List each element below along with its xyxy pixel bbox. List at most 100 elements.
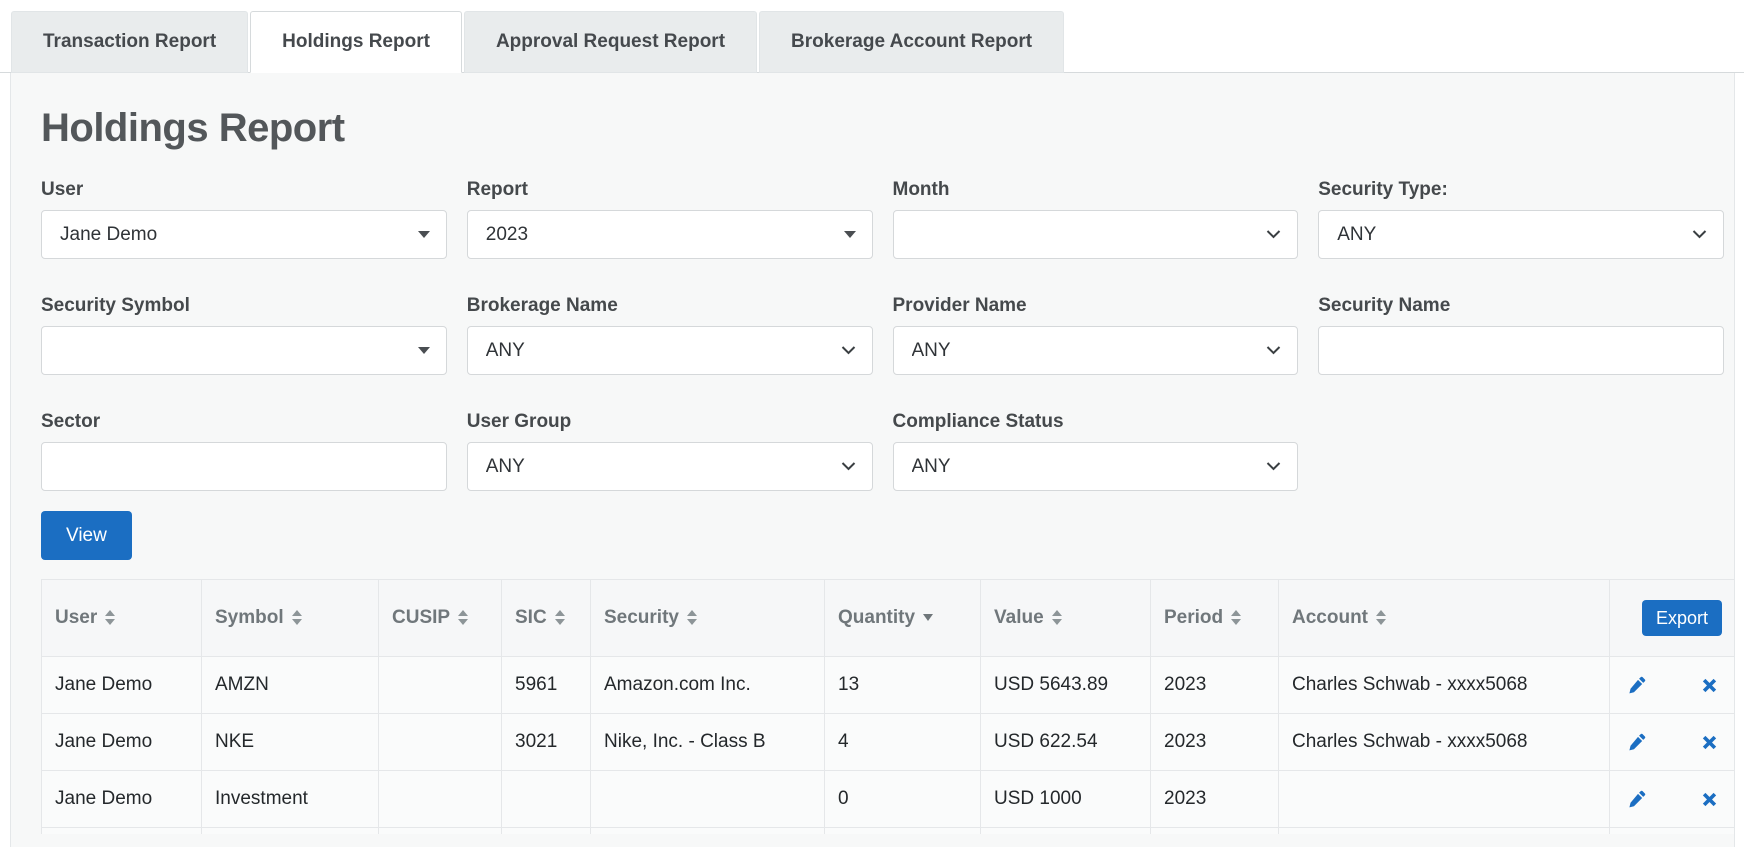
- compliance-status-select[interactable]: ANY: [892, 442, 1299, 491]
- brokerage-name-value: ANY: [485, 339, 525, 361]
- sector-input[interactable]: [41, 442, 447, 491]
- filter-user-group: User Group ANY: [466, 411, 873, 491]
- column-header-actions: Export: [1609, 579, 1734, 657]
- sort-icon: [1051, 610, 1062, 626]
- report-value: 2023: [485, 223, 529, 245]
- column-header-symbol[interactable]: Symbol: [201, 579, 379, 657]
- month-label: Month: [892, 179, 950, 200]
- brokerage-name-select[interactable]: ANY: [466, 326, 873, 375]
- cell-actions: [1609, 656, 1734, 714]
- report-tabbar: Transaction Report Holdings Report Approva…: [0, 0, 1744, 73]
- sector-label: Sector: [41, 411, 101, 432]
- cell-cusip: [378, 713, 502, 771]
- cell-empty: [501, 827, 591, 834]
- security-symbol-label: Security Symbol: [41, 295, 190, 316]
- dropdown-arrow-icon: [417, 231, 430, 238]
- column-header-cusip[interactable]: CUSIP: [378, 579, 502, 657]
- cell-value: USD 622.54: [980, 713, 1151, 771]
- security-symbol-select[interactable]: [41, 326, 447, 375]
- user-value: Jane Demo: [60, 223, 158, 245]
- column-header-user[interactable]: User: [41, 579, 202, 657]
- tab-brokerage-account-report[interactable]: Brokerage Account Report: [759, 11, 1065, 73]
- column-label: SIC: [515, 607, 547, 628]
- cell-period: 2023: [1150, 713, 1279, 771]
- delete-x-icon[interactable]: [1702, 678, 1717, 693]
- cell-account: Charles Schwab - xxxx5068: [1278, 656, 1610, 714]
- cell-user: Jane Demo: [41, 656, 202, 714]
- cell-empty: [1609, 827, 1734, 834]
- sort-icon: [686, 610, 697, 626]
- cell-quantity: 0: [824, 770, 981, 828]
- sort-icon: [105, 610, 116, 626]
- cell-empty: [980, 827, 1151, 834]
- chevron-down-icon: [1266, 346, 1281, 355]
- filter-user: User Jane Demo: [41, 179, 447, 259]
- cell-period: 2023: [1150, 770, 1279, 828]
- chevron-down-icon: [841, 346, 856, 355]
- dropdown-arrow-icon: [417, 347, 430, 354]
- cell-empty: [590, 827, 825, 834]
- delete-x-icon[interactable]: [1702, 735, 1717, 750]
- user-group-label: User Group: [466, 411, 572, 432]
- column-header-period[interactable]: Period: [1150, 579, 1279, 657]
- table-row: Jane Demo NKE 3021 Nike, Inc. - Class B 4 USD…: [41, 713, 1734, 771]
- edit-pencil-icon[interactable]: [1628, 676, 1646, 694]
- delete-x-icon[interactable]: [1702, 792, 1717, 807]
- table-row: Jane Demo AMZN 5961 Amazon.com Inc. 13 USD 56…: [41, 656, 1734, 714]
- user-group-value: ANY: [485, 455, 525, 477]
- user-group-select[interactable]: ANY: [466, 442, 873, 491]
- cell-empty: [1278, 827, 1610, 834]
- view-button[interactable]: View: [41, 511, 132, 560]
- cell-sic: 3021: [501, 713, 591, 771]
- edit-pencil-icon[interactable]: [1628, 790, 1646, 808]
- edit-pencil-icon[interactable]: [1628, 733, 1646, 751]
- provider-name-value: ANY: [911, 339, 951, 361]
- report-label: Report: [466, 179, 528, 200]
- compliance-status-label: Compliance Status: [892, 411, 1064, 432]
- security-type-select[interactable]: ANY: [1318, 210, 1724, 259]
- security-name-input[interactable]: [1318, 326, 1724, 375]
- column-header-account[interactable]: Account: [1278, 579, 1610, 657]
- chevron-down-icon: [841, 462, 856, 471]
- security-type-label: Security Type:: [1318, 179, 1448, 200]
- cell-period: 2023: [1150, 656, 1279, 714]
- sort-icon: [554, 610, 565, 626]
- cell-symbol: Investment: [201, 770, 379, 828]
- tab-approval-request-report[interactable]: Approval Request Report: [463, 11, 758, 73]
- cell-account: Charles Schwab - xxxx5068: [1278, 713, 1610, 771]
- tab-holdings-report[interactable]: Holdings Report: [250, 11, 462, 73]
- tab-transaction-report[interactable]: Transaction Report: [11, 11, 249, 73]
- cell-empty: [1150, 827, 1279, 834]
- cell-quantity: 4: [824, 713, 981, 771]
- cell-empty: [378, 827, 502, 834]
- sort-icon: [1376, 610, 1386, 626]
- cell-empty: [41, 827, 202, 834]
- column-label: Symbol: [215, 607, 284, 628]
- user-select[interactable]: Jane Demo: [41, 210, 447, 259]
- provider-name-select[interactable]: ANY: [892, 326, 1299, 375]
- column-header-quantity[interactable]: Quantity: [824, 579, 981, 657]
- dropdown-arrow-icon: [843, 231, 856, 238]
- column-header-security[interactable]: Security: [590, 579, 825, 657]
- column-label: CUSIP: [392, 607, 451, 628]
- cell-sic: [501, 770, 591, 828]
- cell-security: [590, 770, 825, 828]
- column-label: Value: [994, 607, 1044, 628]
- cell-symbol: NKE: [201, 713, 379, 771]
- filter-sector: Sector: [41, 411, 447, 491]
- month-select[interactable]: [892, 210, 1299, 259]
- column-header-value[interactable]: Value: [980, 579, 1151, 657]
- brokerage-name-label: Brokerage Name: [466, 295, 618, 316]
- cell-cusip: [378, 656, 502, 714]
- report-select[interactable]: 2023: [466, 210, 873, 259]
- cell-user: Jane Demo: [41, 770, 202, 828]
- filter-report: Report 2023: [466, 179, 873, 259]
- cell-security: Nike, Inc. - Class B: [590, 713, 825, 771]
- filter-security-type: Security Type: ANY: [1318, 179, 1724, 259]
- column-header-sic[interactable]: SIC: [501, 579, 591, 657]
- filter-security-symbol: Security Symbol: [41, 295, 447, 375]
- cell-symbol: AMZN: [201, 656, 379, 714]
- sort-icon: [458, 610, 469, 626]
- export-button[interactable]: Export: [1641, 600, 1722, 636]
- filter-compliance-status: Compliance Status ANY: [892, 411, 1299, 491]
